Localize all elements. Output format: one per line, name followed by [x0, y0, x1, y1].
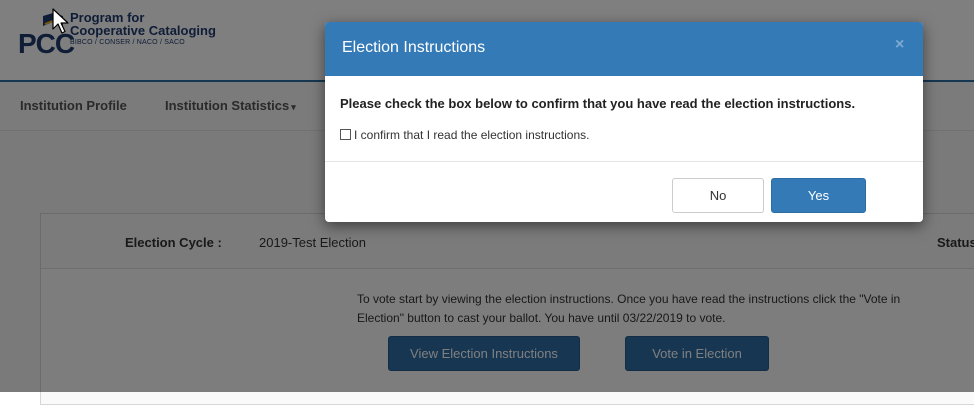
confirm-checkbox-row[interactable]: I confirm that I read the election instr… [340, 128, 589, 142]
yes-button[interactable]: Yes [771, 178, 866, 213]
confirm-checkbox-label[interactable]: I confirm that I read the election instr… [354, 128, 589, 142]
close-icon[interactable]: × [895, 36, 904, 54]
modal-body-text: Please check the box below to confirm th… [340, 96, 856, 111]
confirm-checkbox[interactable] [340, 129, 351, 140]
no-button[interactable]: No [672, 178, 764, 213]
election-instructions-modal: Election Instructions × Please check the… [325, 22, 923, 222]
modal-title: Election Instructions [342, 39, 486, 56]
modal-divider [325, 161, 923, 162]
mouse-cursor-icon [52, 8, 69, 34]
modal-header: Election Instructions × [325, 22, 923, 76]
